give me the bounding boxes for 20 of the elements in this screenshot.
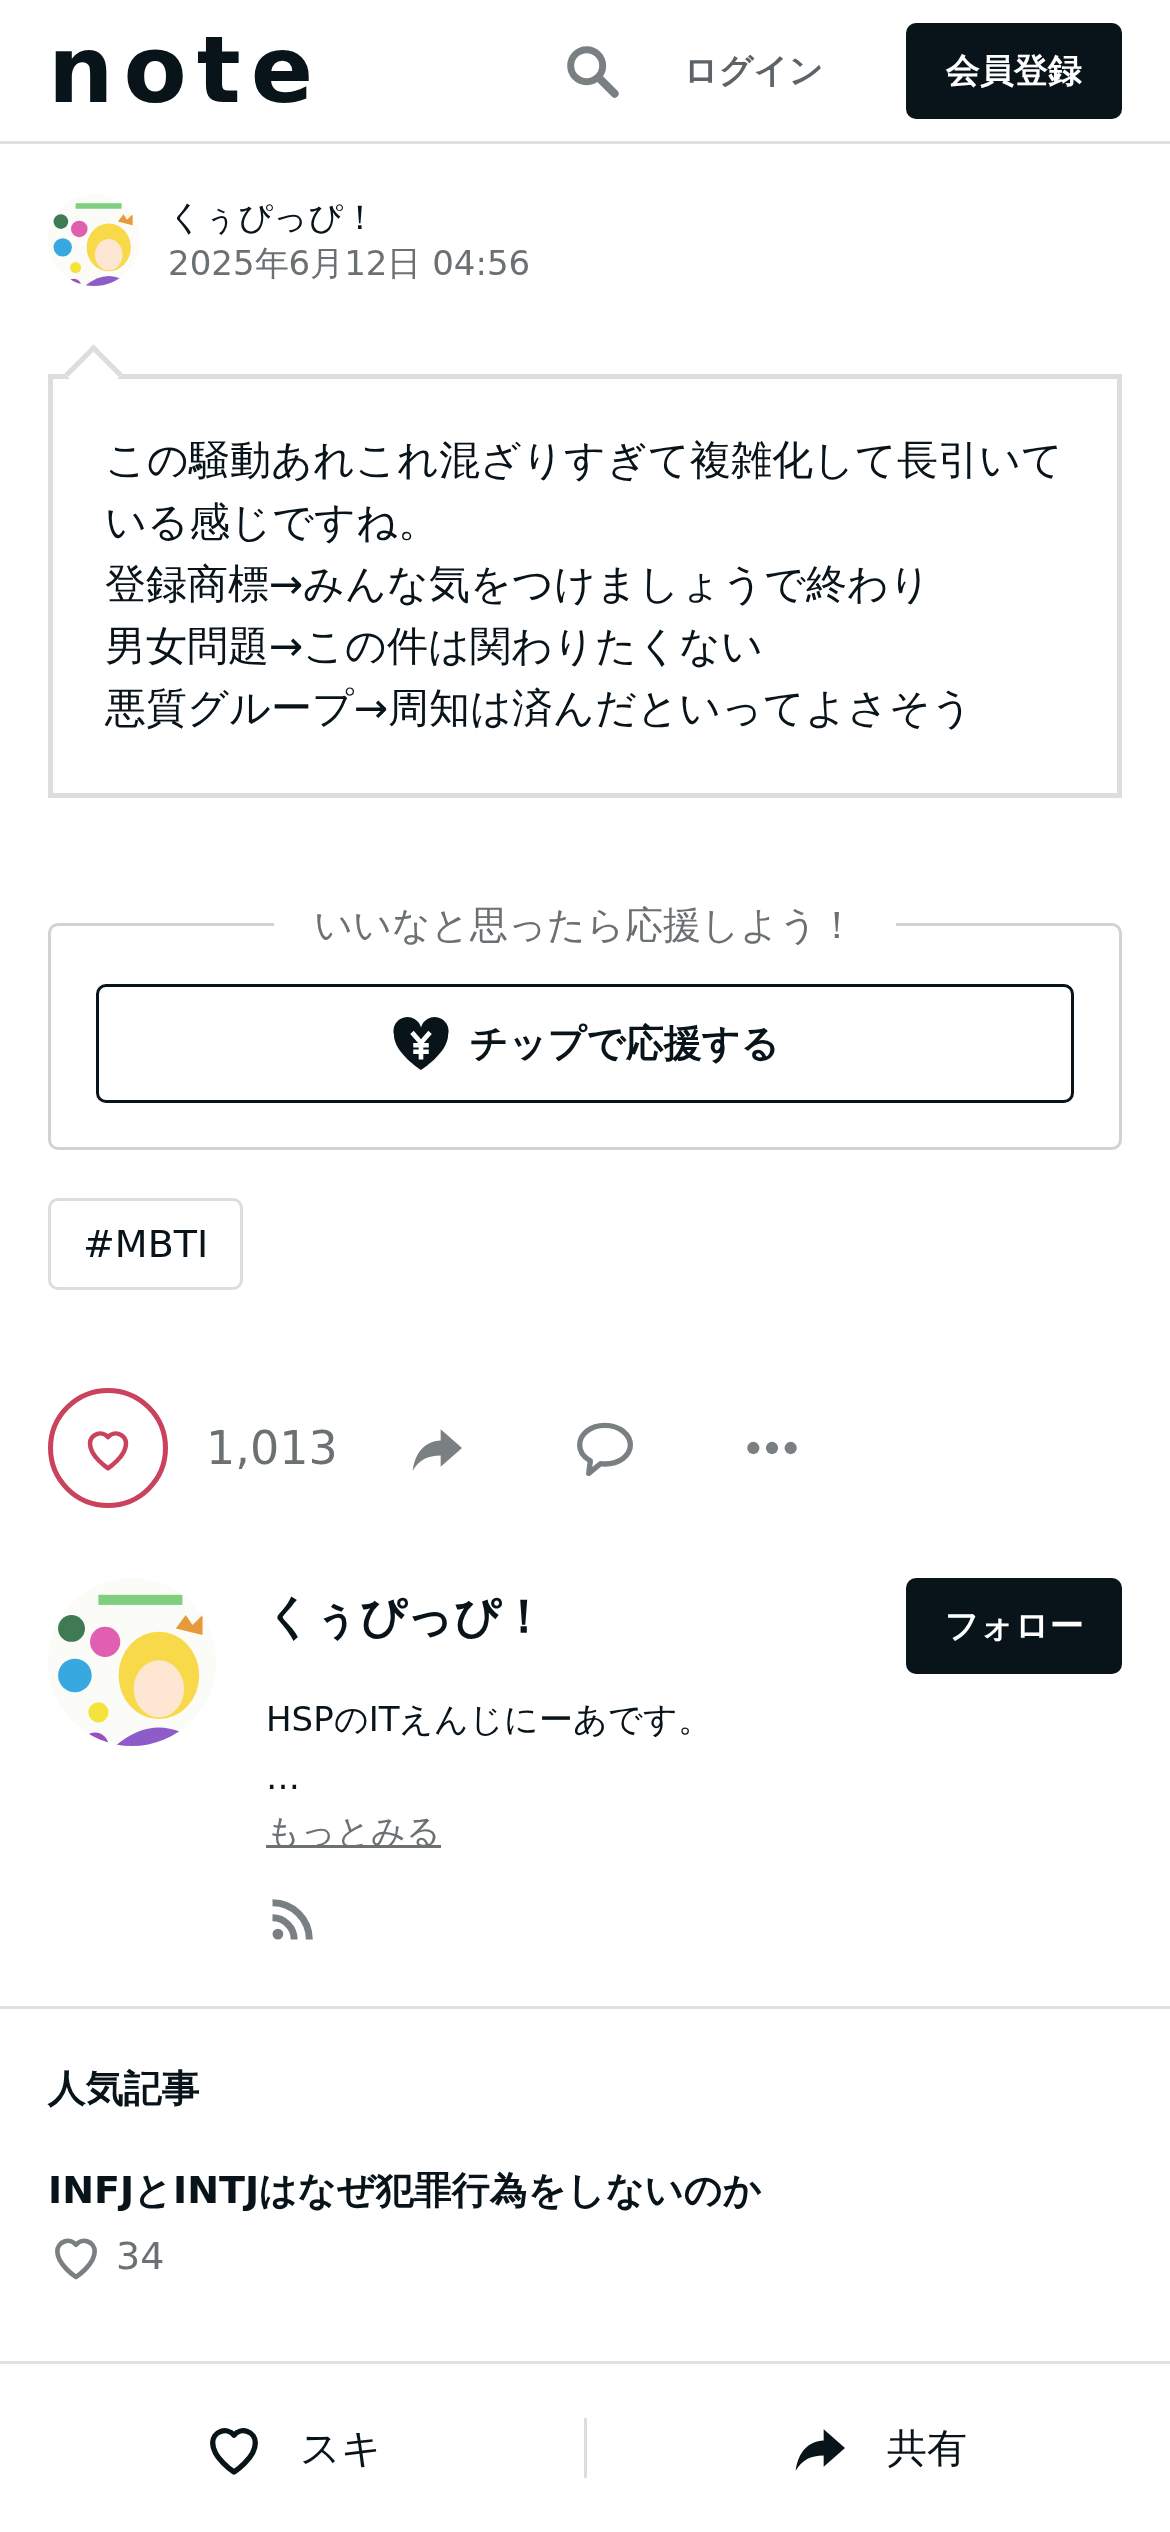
section-heading: 人気記事 xyxy=(48,2065,201,2112)
comment-text: 悪質グループ→周知は済んだといってよさそう xyxy=(105,683,975,734)
post-date: 2025年6月12日 04:56 xyxy=(168,242,531,285)
hashtag-chip[interactable]: #MBTI xyxy=(48,1198,244,1290)
tip-button[interactable]: チップで応援する xyxy=(96,984,1074,1103)
comment-text: 男女問題→この件は関わりたくない xyxy=(105,621,765,672)
login-link[interactable]: ログイン xyxy=(684,47,824,94)
creator-bio: HSPのITえんじにーあです。 xyxy=(266,1698,713,1741)
bio-ellipsis: … xyxy=(266,1756,300,1799)
comment-text: この騒動あれこれ混ざりすぎて複雑化して長引いている感じですね。 xyxy=(105,435,1064,548)
author-name[interactable]: くぅぴっぴ！ xyxy=(168,194,531,240)
like-count: 1,013 xyxy=(206,1421,339,1475)
article-title[interactable]: INFJとINTJはなぜ犯罪行為をしないのか xyxy=(48,2160,1122,2220)
follow-button[interactable]: フォロー xyxy=(906,1578,1122,1674)
signup-button[interactable]: 会員登録 xyxy=(906,22,1122,119)
note-logo[interactable]: note xyxy=(48,24,324,117)
creator-name[interactable]: くぅぴっぴ！ xyxy=(266,1586,547,1648)
like-count: 34 xyxy=(116,2234,165,2278)
see-more-link[interactable]: もっとみる xyxy=(266,1806,441,1856)
comment-text: 登録商標→みんな気をつけましょうで終わり xyxy=(105,559,933,610)
